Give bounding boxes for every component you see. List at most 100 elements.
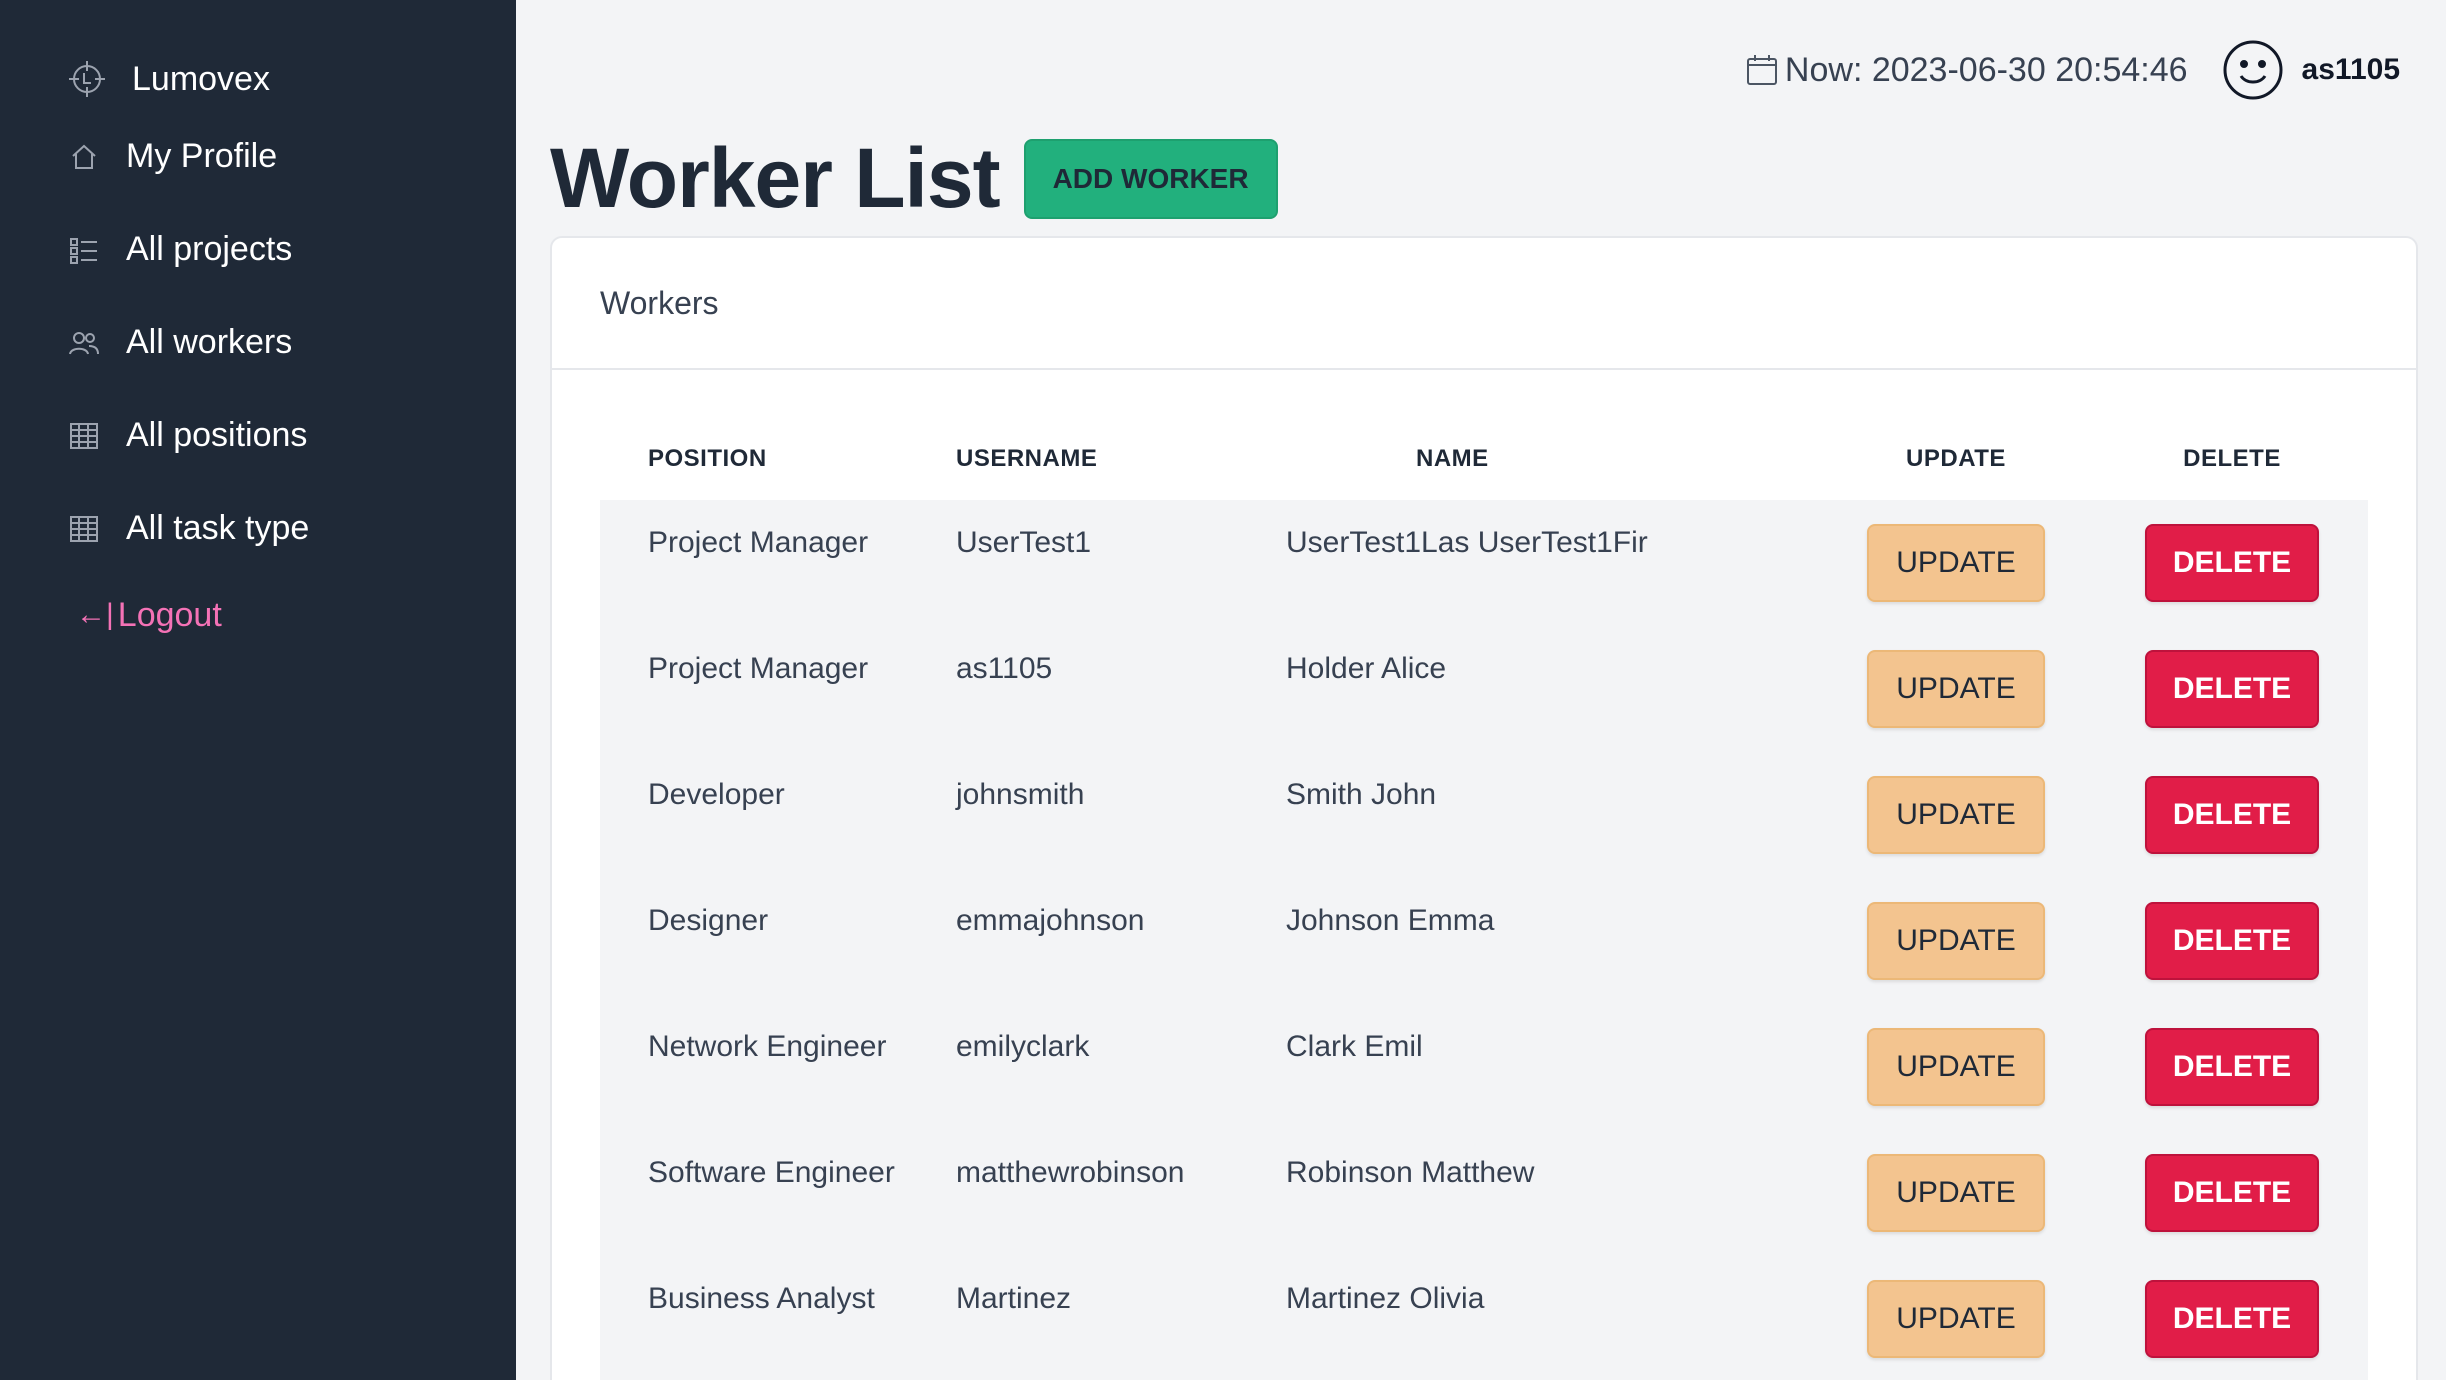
sidebar: Lumovex My Profile All projects All work… [0,0,516,1380]
workers-card: Workers POSITION USERNAME NAME UPDATE DE… [550,236,2418,1380]
cell-delete: DELETE [2096,752,2368,878]
card-title: Workers [600,284,719,321]
cell-username: emmajohnson [956,904,1145,937]
checklist-icon [66,232,102,268]
cell-username: johnsmith [956,778,1085,811]
sidebar-item-all-projects[interactable]: All projects [0,203,516,296]
calendar-icon [1745,53,1779,87]
column-header-username: USERNAME [956,418,1286,500]
sidebar-item-my-profile[interactable]: My Profile [0,110,516,203]
update-button[interactable]: UPDATE [1867,776,2045,854]
page-title: Worker List [550,131,1001,225]
workers-table-wrap: POSITION USERNAME NAME UPDATE DELETE Pro… [600,418,2368,1380]
sidebar-item-label: All task type [126,509,310,547]
delete-button[interactable]: DELETE [2145,524,2319,602]
sidebar-item-label: My Profile [126,137,278,175]
sidebar-item-label: All projects [126,230,293,268]
cell-name: Clark Emil [1286,1030,1423,1063]
sidebar-item-all-positions[interactable]: All positions [0,389,516,482]
cell-username: UserTest1 [956,526,1092,559]
home-icon [66,139,102,175]
column-header-name: NAME [1286,418,1816,500]
add-worker-button[interactable]: ADD WORKER [1023,138,1278,219]
cell-position: Designer [648,904,769,937]
cell-username: matthewrobinson [956,1156,1185,1189]
workers-table: POSITION USERNAME NAME UPDATE DELETE Pro… [600,418,2368,1380]
update-button[interactable]: UPDATE [1867,524,2045,602]
column-header-delete: DELETE [2096,418,2368,500]
delete-button[interactable]: DELETE [2145,650,2319,728]
cell-delete: DELETE [2096,626,2368,752]
update-button[interactable]: UPDATE [1867,902,2045,980]
cell-position: Developer [648,778,785,811]
table-row: Project Manager as1105 Holder Alice UPDA… [600,626,2368,752]
table-row: Project Manager UserTest1 UserTest1Las U… [600,500,2368,626]
cell-name: Johnson Emma [1286,904,1495,937]
cell-position: Business Analyst [648,1282,875,1315]
table-row: Software Engineer matthewrobinson Robins… [600,1130,2368,1256]
cell-name: Holder Alice [1286,652,1447,685]
current-time: Now: 2023-06-30 20:54:46 [1745,51,2188,90]
table-header-row: POSITION USERNAME NAME UPDATE DELETE [600,418,2368,500]
cell-update: UPDATE [1816,626,2096,752]
cell-position: Software Engineer [648,1156,895,1189]
delete-button[interactable]: DELETE [2145,1154,2319,1232]
update-button[interactable]: UPDATE [1867,1154,2045,1232]
table-icon [66,418,102,454]
cell-position: Network Engineer [648,1030,887,1063]
sidebar-item-all-task-type[interactable]: All task type [0,482,516,575]
delete-button[interactable]: DELETE [2145,1280,2319,1358]
column-header-update: UPDATE [1816,418,2096,500]
table-row: Developer johnsmith Smith John UPDATE DE… [600,752,2368,878]
table-row: Business Analyst Martinez Martinez Olivi… [600,1256,2368,1380]
delete-button[interactable]: DELETE [2145,902,2319,980]
cell-username: as1105 [956,652,1053,685]
sidebar-item-all-workers[interactable]: All workers [0,296,516,389]
cell-update: UPDATE [1816,1004,2096,1130]
cell-update: UPDATE [1816,752,2096,878]
brand-label: Lumovex [132,59,270,98]
sidebar-item-label: All workers [126,323,293,361]
sidebar-item-label: All positions [126,416,308,454]
delete-button[interactable]: DELETE [2145,1028,2319,1106]
cell-delete: DELETE [2096,1130,2368,1256]
cell-name: UserTest1Las UserTest1Fir [1286,526,1648,559]
user-menu[interactable]: as1105 [2222,39,2400,101]
cell-username: emilyclark [956,1030,1090,1063]
update-button[interactable]: UPDATE [1867,1028,2045,1106]
smiley-avatar-icon [2222,39,2284,101]
table-row: Network Engineer emilyclark Clark Emil U… [600,1004,2368,1130]
cell-delete: DELETE [2096,1004,2368,1130]
delete-button[interactable]: DELETE [2145,776,2319,854]
username: as1105 [2301,53,2400,86]
title-row: Worker List ADD WORKER [550,130,1278,227]
app-root: Lumovex My Profile All projects All work… [0,0,2446,1380]
cell-username: Martinez [956,1282,1072,1315]
cell-delete: DELETE [2096,878,2368,1004]
cell-update: UPDATE [1816,500,2096,626]
column-header-position: POSITION [600,418,956,500]
update-button[interactable]: UPDATE [1867,650,2045,728]
update-button[interactable]: UPDATE [1867,1280,2045,1358]
cell-position: Project Manager [648,652,869,685]
table-icon [66,511,102,547]
logout-link[interactable]: ←| Logout [0,585,516,645]
cell-delete: DELETE [2096,1256,2368,1380]
logout-arrow-icon: ←| [76,598,114,631]
crosshair-logo-icon [66,58,108,100]
cell-name: Robinson Matthew [1286,1156,1535,1189]
main-content: Now: 2023-06-30 20:54:46 as1105 Worker L… [516,0,2446,1380]
card-header: Workers [552,238,2416,370]
logout-label: Logout [117,595,222,634]
cell-update: UPDATE [1816,878,2096,1004]
cell-name: Martinez Olivia [1286,1282,1485,1315]
cell-name: Smith John [1286,778,1437,811]
sidebar-brand[interactable]: Lumovex [0,48,516,110]
clock-text: Now: 2023-06-30 20:54:46 [1784,50,2188,89]
users-icon [66,325,102,361]
cell-update: UPDATE [1816,1130,2096,1256]
cell-position: Project Manager [648,526,869,559]
topbar: Now: 2023-06-30 20:54:46 as1105 [1745,34,2400,106]
table-row: Designer emmajohnson Johnson Emma UPDATE… [600,878,2368,1004]
cell-update: UPDATE [1816,1256,2096,1380]
